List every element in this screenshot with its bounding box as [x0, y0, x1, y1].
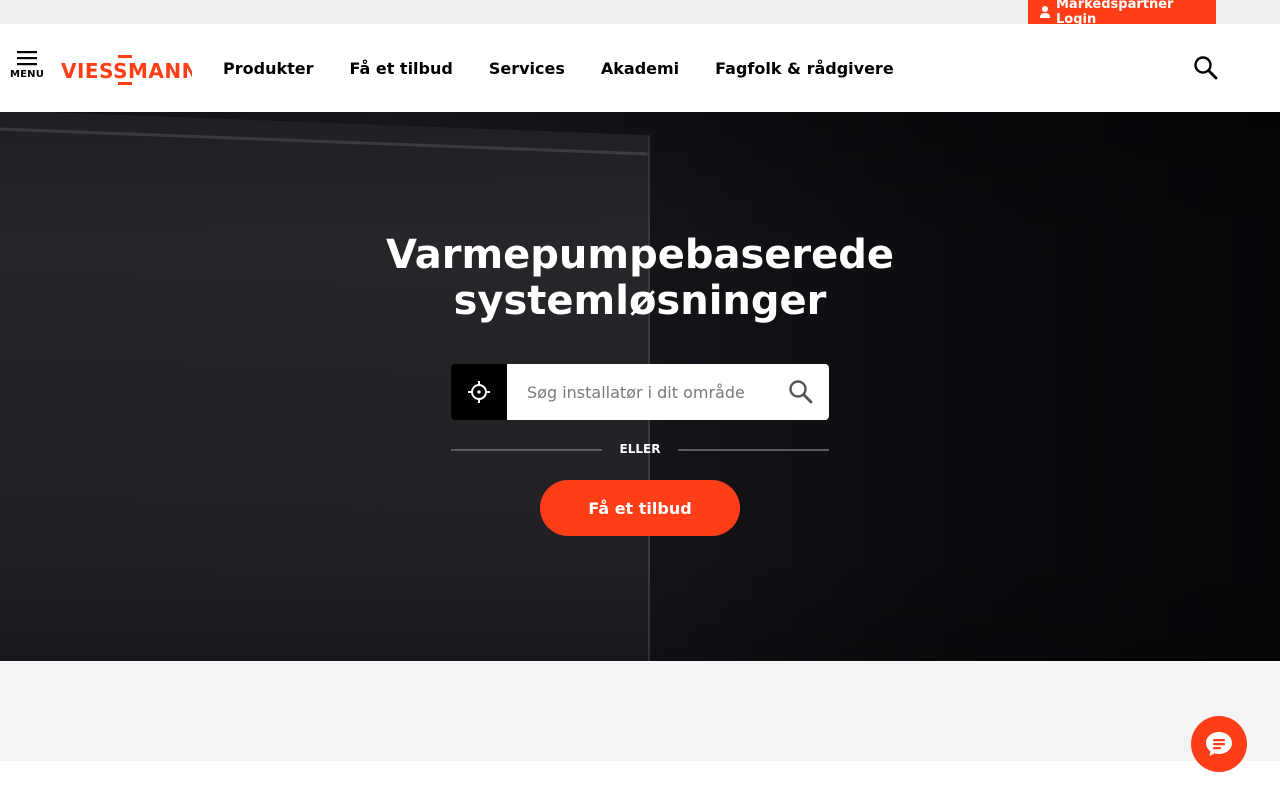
hamburger-icon [17, 51, 37, 66]
nav-item-akademi[interactable]: Akademi [601, 59, 679, 78]
partner-login-label: Markedspartner Login [1056, 0, 1174, 27]
search-icon [789, 380, 813, 404]
partner-login-button[interactable]: Markedspartner Login [1028, 0, 1216, 27]
search-icon [1194, 56, 1218, 80]
content-band [0, 661, 1280, 761]
site-header: MENU VIESSMANN Produkter Få et tilbud Se… [0, 24, 1280, 112]
user-icon [1038, 5, 1052, 19]
locate-me-button[interactable] [451, 364, 507, 420]
hero-section: Varmepumpebaserede systemløsninger ELLER… [0, 112, 1280, 661]
utility-bar: Markedspartner Login [0, 0, 1280, 27]
menu-label: MENU [9, 69, 45, 80]
divider-label: ELLER [619, 442, 661, 456]
nav-item-faa-et-tilbud[interactable]: Få et tilbud [349, 59, 452, 78]
header-search-button[interactable] [1192, 54, 1220, 82]
svg-text:VIESSMANN: VIESSMANN [61, 59, 192, 83]
divider-line [451, 449, 602, 451]
installer-search-box [507, 364, 829, 420]
divider-line [678, 449, 829, 451]
hero-title: Varmepumpebaserede systemløsninger [385, 232, 895, 324]
chat-bubble-icon [1206, 732, 1232, 756]
get-offer-button[interactable]: Få et tilbud [540, 480, 740, 536]
nav-item-services[interactable]: Services [489, 59, 565, 78]
chat-button[interactable] [1191, 716, 1247, 772]
nav-item-fagfolk[interactable]: Fagfolk & rådgivere [715, 59, 894, 78]
viessmann-logo[interactable]: VIESSMANN [60, 54, 192, 86]
installer-search-button[interactable] [787, 378, 815, 406]
crosshair-icon [468, 381, 490, 403]
installer-search-input[interactable] [507, 364, 777, 420]
menu-button[interactable]: MENU [8, 50, 46, 88]
nav-item-produkter[interactable]: Produkter [223, 59, 313, 78]
main-nav: Produkter Få et tilbud Services Akademi … [223, 24, 930, 112]
